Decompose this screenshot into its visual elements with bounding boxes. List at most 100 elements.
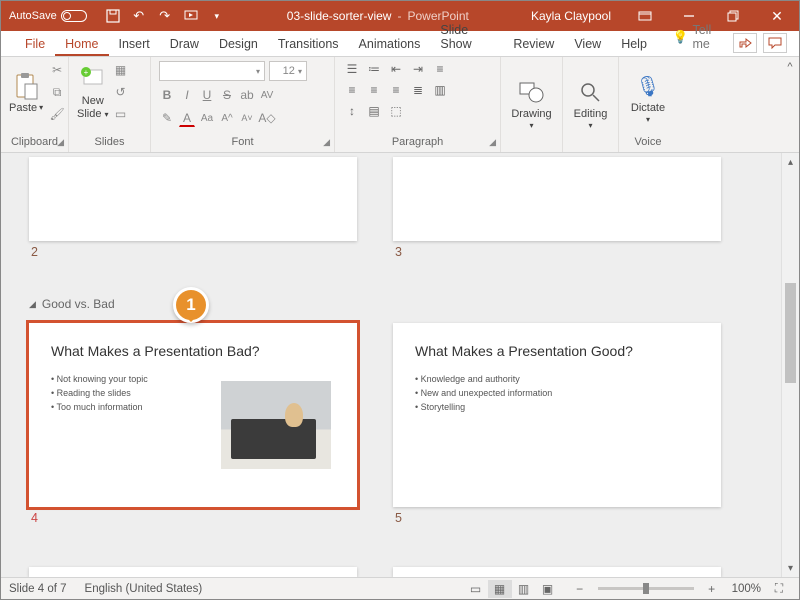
tab-insert[interactable]: Insert [109,33,160,56]
slide-counter[interactable]: Slide 4 of 7 [9,583,67,595]
zoom-in-button[interactable]: + [700,580,724,598]
bold-button[interactable]: B [159,86,175,104]
italic-button[interactable]: I [179,86,195,104]
slide-thumbnail-partial[interactable] [29,567,357,577]
bullet-item: New and unexpected information [415,387,699,401]
zoom-slider-thumb[interactable] [643,583,649,594]
scroll-down-icon[interactable]: ▾ [782,559,799,577]
autosave-toggle[interactable]: AutoSave [9,10,87,22]
slide-thumbnail-3[interactable] [393,157,721,241]
layout-icon[interactable]: ▦ [113,61,129,79]
slide-sorter-workspace[interactable]: ▴ ▾ 2 3 ◢ Good vs. Bad 1 What Makes a Pr… [1,153,799,577]
underline-button[interactable]: U [199,86,215,104]
character-spacing-button[interactable]: AV [259,86,275,104]
bullets-button[interactable]: ☰ [343,61,361,77]
smartart-button[interactable]: ⬚ [387,103,405,119]
change-case-button[interactable]: Aa [199,109,215,127]
highlight-button[interactable]: ✎ [159,109,175,127]
section-header[interactable]: ◢ Good vs. Bad [29,297,115,311]
tab-help[interactable]: Help [611,33,657,56]
numbering-button[interactable]: ≔ [365,61,383,77]
dialog-launcher-icon[interactable]: ◢ [57,137,64,148]
decrease-font-button[interactable]: A˅ [239,109,255,127]
dictate-button[interactable]: 🎙 Dictate ▾ [631,71,665,124]
close-icon[interactable]: ✕ [755,1,799,31]
align-center-button[interactable]: ≡ [365,82,383,98]
group-paragraph: ☰ ≔ ⇤ ⇥ ≡ ≡ ≡ ≡ ≣ ▥ ↕ ▤ ⬚ Paragraph◢ [335,57,501,152]
editing-button[interactable]: Editing ▾ [574,77,608,130]
dialog-launcher-icon[interactable]: ◢ [323,137,330,148]
chevron-down-icon: ▾ [298,67,302,76]
section-icon[interactable]: ▭ [113,105,129,123]
redo-icon[interactable]: ↷ [157,8,173,24]
tab-draw[interactable]: Draw [160,33,209,56]
zoom-out-button[interactable]: − [568,580,592,598]
vertical-scrollbar[interactable]: ▴ ▾ [781,153,799,577]
font-color-button[interactable]: A [179,109,195,127]
tab-transitions[interactable]: Transitions [268,33,349,56]
increase-indent-button[interactable]: ⇥ [409,61,427,77]
collapse-section-icon[interactable]: ◢ [29,299,36,310]
slideshow-view-icon[interactable]: ▣ [536,580,560,598]
tab-view[interactable]: View [564,33,611,56]
format-painter-icon[interactable]: 🖌 [49,105,65,123]
qat-dropdown-icon[interactable]: ▾ [209,8,225,24]
decrease-indent-button[interactable]: ⇤ [387,61,405,77]
callout-marker: 1 [173,287,209,323]
tab-review[interactable]: Review [503,33,564,56]
copy-icon[interactable]: ⧉ [49,83,65,101]
align-right-button[interactable]: ≡ [387,82,405,98]
font-group-label: Font [231,136,253,148]
zoom-level[interactable]: 100% [732,583,761,595]
tab-design[interactable]: Design [209,33,268,56]
slide-thumbnail-4[interactable]: What Makes a Presentation Bad? Not knowi… [29,323,357,507]
justify-button[interactable]: ≣ [409,82,427,98]
language-status[interactable]: English (United States) [85,583,203,595]
collapse-ribbon-icon[interactable]: ^ [781,57,799,152]
slide-thumbnail-partial[interactable] [393,567,721,577]
scrollbar-thumb[interactable] [785,283,796,383]
group-clipboard: Paste▾ ✂ ⧉ 🖌 Clipboard◢ [1,57,69,152]
reset-icon[interactable]: ↺ [113,83,129,101]
line-spacing-button[interactable]: ≡ [431,61,449,77]
increase-font-button[interactable]: A^ [219,109,235,127]
voice-group-label: Voice [627,134,669,150]
tab-file[interactable]: File [15,33,55,56]
start-from-beginning-icon[interactable] [183,8,199,24]
tab-home[interactable]: Home [55,33,108,56]
columns-button[interactable]: ▥ [431,82,449,98]
font-family-combo[interactable]: ▾ [159,61,265,81]
align-left-button[interactable]: ≡ [343,82,361,98]
dialog-launcher-icon[interactable]: ◢ [489,137,496,148]
slide-thumbnail-5[interactable]: What Makes a Presentation Good? Knowledg… [393,323,721,507]
paste-button[interactable]: Paste▾ [9,71,43,114]
slide-thumbnail-2[interactable] [29,157,357,241]
clear-formatting-button[interactable]: A◇ [259,109,275,127]
normal-view-icon[interactable]: ▭ [464,580,488,598]
drawing-label: Drawing [511,108,551,120]
slide-sorter-view-icon[interactable]: ▦ [488,580,512,598]
cut-icon[interactable]: ✂ [49,61,65,79]
font-size-combo[interactable]: 12 ▾ [269,61,307,81]
ribbon-display-icon[interactable] [623,1,667,31]
tab-slideshow[interactable]: Slide Show [430,19,503,56]
text-direction-button[interactable]: ↕ [343,103,361,119]
shadow-button[interactable]: ab [239,86,255,104]
zoom-slider[interactable] [598,587,694,590]
undo-icon[interactable]: ↶ [131,8,147,24]
scroll-up-icon[interactable]: ▴ [782,153,799,171]
tell-me-search[interactable]: 💡 Tell me [663,19,733,56]
share-button[interactable] [733,33,757,53]
strikethrough-button[interactable]: S [219,86,235,104]
tab-animations[interactable]: Animations [349,33,431,56]
tell-me-label: Tell me [692,23,723,51]
drawing-button[interactable]: Drawing ▾ [511,77,551,130]
new-slide-button[interactable]: + NewSlide ▾ [77,64,109,119]
user-name[interactable]: Kayla Claypool [531,9,611,23]
slide-title: What Makes a Presentation Bad? [51,343,335,359]
comments-button[interactable] [763,33,787,53]
align-text-button[interactable]: ▤ [365,103,383,119]
fit-to-window-icon[interactable]: ⛶ [767,580,791,598]
save-icon[interactable] [105,8,121,24]
reading-view-icon[interactable]: ▥ [512,580,536,598]
